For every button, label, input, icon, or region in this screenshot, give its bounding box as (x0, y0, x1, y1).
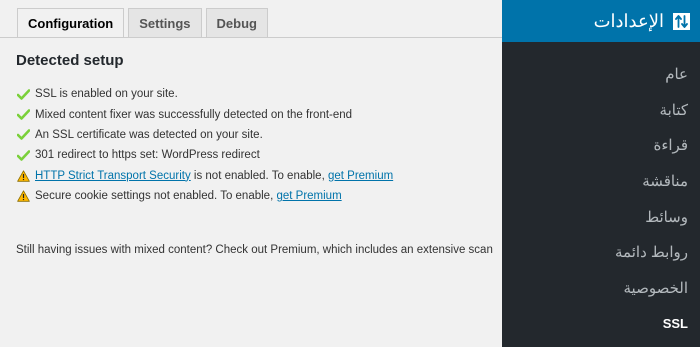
submenu-item-privacy[interactable]: الخصوصية (502, 270, 700, 306)
tab-configuration[interactable]: Configuration (17, 8, 125, 38)
tab-bar: Configuration Settings Debug (17, 8, 268, 38)
status-text-body: Secure cookie settings not enabled. To e… (35, 190, 277, 203)
status-text: Secure cookie settings not enabled. To e… (35, 190, 342, 202)
submenu-item-writing[interactable]: كتابة (502, 92, 700, 128)
status-text: 301 redirect to https set: WordPress red… (35, 149, 260, 162)
status-text-body: is not enabled. To enable, (190, 169, 328, 182)
status-item: Secure cookie settings not enabled. To e… (17, 186, 393, 206)
submenu-item-reading[interactable]: قراءة (502, 127, 700, 163)
check-icon (17, 108, 30, 121)
sliders-icon (673, 12, 690, 30)
menu-settings-label: الإعدادات (593, 10, 664, 31)
status-text: SSL is enabled on your site. (35, 88, 178, 101)
status-item: An SSL certificate was detected on your … (17, 125, 393, 145)
submenu-item-media[interactable]: وسائط (502, 199, 700, 235)
status-list: SSL is enabled on your site. Mixed conte… (17, 84, 393, 206)
submenu-item-permalinks[interactable]: روابط دائمة (502, 234, 700, 270)
menu-settings[interactable]: الإعدادات (502, 0, 700, 42)
check-icon (17, 88, 30, 101)
status-item: HTTP Strict Transport Security is not en… (17, 166, 393, 186)
section-title: Detected setup (16, 52, 124, 69)
admin-sidebar: الإعدادات عام كتابة قراءة مناقشة وسائط ر… (502, 0, 700, 347)
get-premium-link[interactable]: get Premium (328, 170, 393, 182)
status-item: SSL is enabled on your site. (17, 84, 393, 104)
get-premium-link[interactable]: get Premium (276, 190, 341, 202)
status-item: 301 redirect to https set: WordPress red… (17, 145, 393, 165)
settings-page: Configuration Settings Debug Detected se… (0, 0, 502, 347)
submenu-item-general[interactable]: عام (502, 56, 700, 92)
status-text: HTTP Strict Transport Security is not en… (35, 170, 393, 182)
submenu-item-discussion[interactable]: مناقشة (502, 163, 700, 199)
settings-submenu: عام كتابة قراءة مناقشة وسائط روابط دائمة… (502, 56, 700, 342)
hsts-link[interactable]: HTTP Strict Transport Security (35, 170, 191, 182)
check-icon (17, 149, 30, 162)
warning-icon (17, 169, 30, 182)
tab-divider (0, 37, 502, 38)
status-text: An SSL certificate was detected on your … (35, 128, 263, 141)
status-item: Mixed content fixer was successfully det… (17, 104, 393, 124)
mixed-content-note: Still having issues with mixed content? … (16, 244, 493, 256)
tab-settings[interactable]: Settings (128, 8, 202, 37)
tab-debug[interactable]: Debug (205, 8, 268, 37)
check-icon (17, 128, 30, 141)
status-text: Mixed content fixer was successfully det… (35, 108, 353, 121)
warning-icon (17, 190, 30, 203)
submenu-item-ssl[interactable]: SSL (502, 306, 700, 342)
